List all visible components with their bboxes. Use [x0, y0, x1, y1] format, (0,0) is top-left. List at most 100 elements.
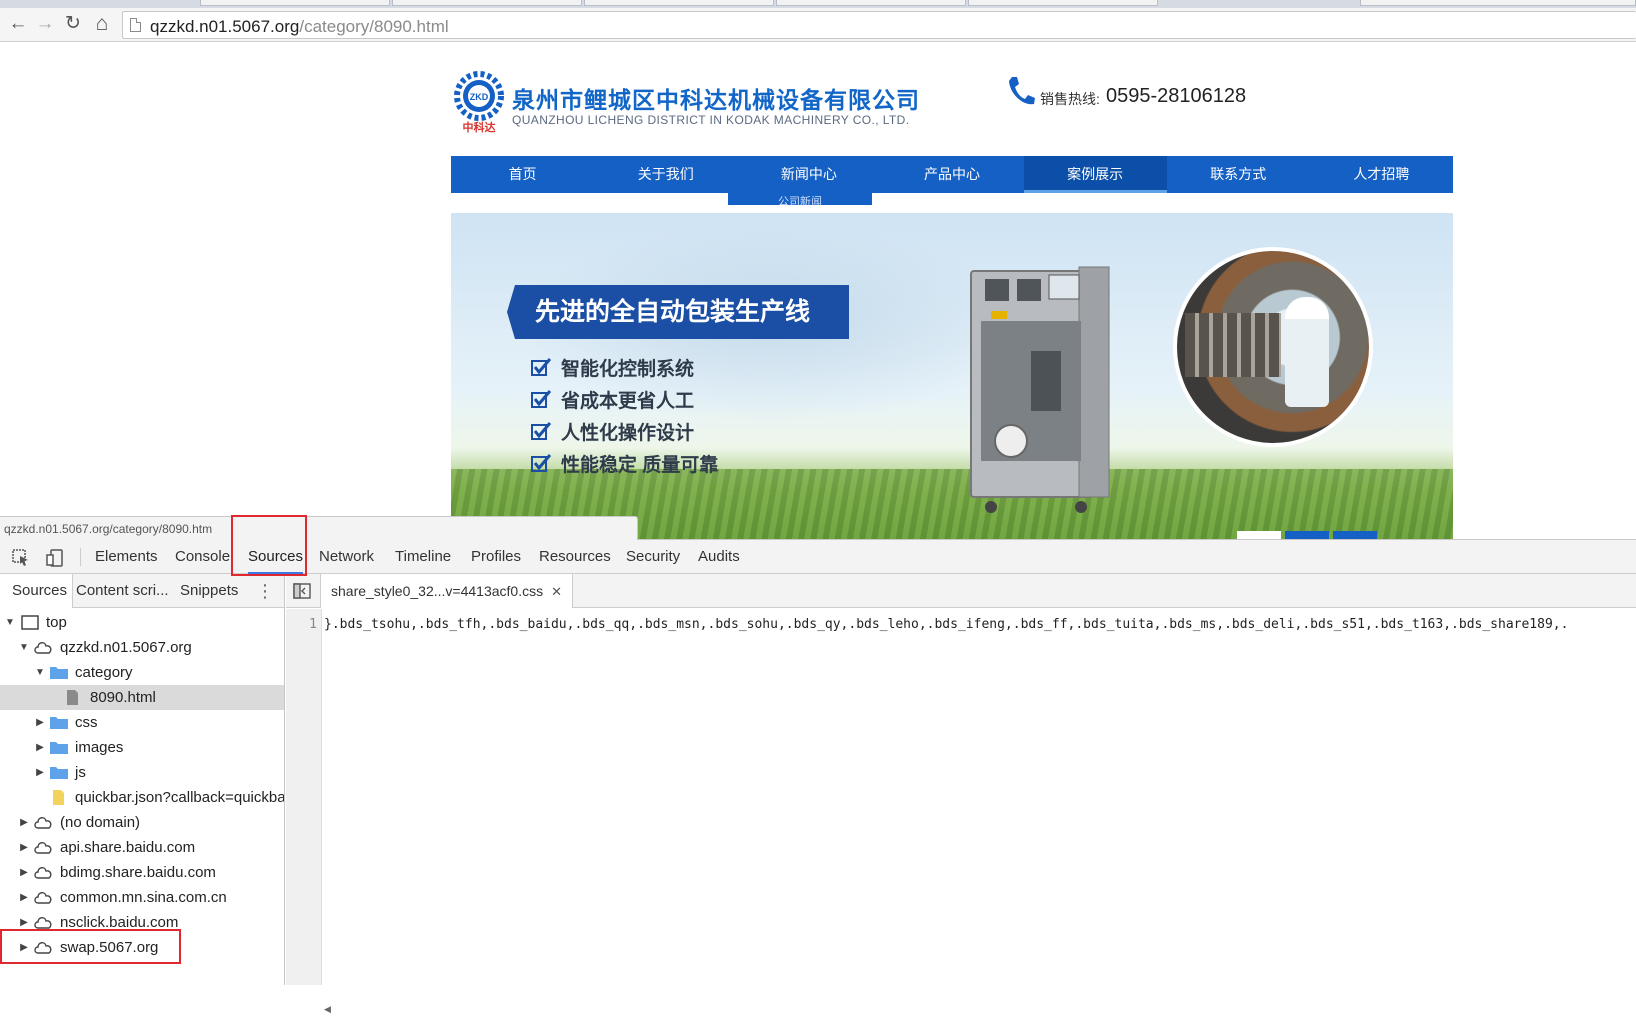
tab-audits[interactable]: Audits: [698, 540, 740, 574]
scroll-left-icon[interactable]: ◀: [324, 1004, 331, 1015]
checkbox-icon: [531, 358, 551, 376]
tree-item-file[interactable]: quickbar.json?callback=quickba: [0, 785, 284, 810]
folder-icon: [50, 742, 68, 754]
company-name: 泉州市鲤城区中科达机械设备有限公司: [512, 87, 920, 113]
collapse-arrow-icon[interactable]: ▶: [34, 735, 46, 760]
address-bar[interactable]: qzzkd.n01.5067.org/category/8090.html: [122, 11, 1636, 39]
open-file-tab[interactable]: share_style0_32...v=4413acf0.css ✕: [321, 574, 573, 608]
tree-item-file-selected[interactable]: 8090.html: [0, 685, 284, 710]
hotline-number: 0595-28106128: [1106, 85, 1247, 107]
tree-item-top[interactable]: ▼ top: [0, 610, 284, 635]
open-file-name: share_style0_32...v=4413acf0.css: [331, 583, 544, 599]
web-page: ZKD 中科达 泉州市鲤城区中科达机械设备有限公司 QUANZHOU LICHE…: [0, 43, 1636, 539]
toggle-navigator-icon[interactable]: [293, 582, 311, 600]
browser-tab[interactable]: [968, 0, 1158, 6]
nav-about[interactable]: 关于我们: [594, 156, 737, 193]
nav-contact[interactable]: 联系方式: [1167, 156, 1310, 193]
devtools-tab-bar: Elements Console Sources Network Timelin…: [0, 540, 1636, 574]
url-text[interactable]: qzzkd.n01.5067.org/category/8090.html: [150, 17, 449, 37]
phone-icon: [1009, 77, 1035, 105]
company-logo[interactable]: ZKD 中科达: [452, 71, 506, 133]
browser-tab[interactable]: [776, 0, 966, 6]
hotline-label: 销售热线:: [1040, 91, 1100, 107]
device-mode-icon[interactable]: [46, 549, 64, 567]
tree-item-domain[interactable]: ▶ bdimg.share.baidu.com: [0, 860, 284, 885]
tree-item-folder[interactable]: ▶ js: [0, 760, 284, 785]
tab-strip: [0, 0, 1636, 8]
expand-arrow-icon[interactable]: ▼: [18, 635, 30, 660]
navigator-tab-content-scripts[interactable]: Content scri...: [76, 574, 169, 608]
collapse-arrow-icon[interactable]: ▶: [34, 760, 46, 785]
news-submenu-item[interactable]: 公司新闻: [728, 193, 872, 205]
horizontal-scrollbar[interactable]: ◀: [322, 1004, 1636, 1018]
tab-resources[interactable]: Resources: [539, 540, 611, 574]
cloud-icon: [34, 917, 52, 929]
home-button[interactable]: ⌂: [90, 12, 114, 36]
tab-console[interactable]: Console: [175, 540, 230, 574]
back-button[interactable]: ←: [6, 12, 30, 36]
feature-item: 智能化控制系统: [531, 351, 718, 383]
tree-item-folder[interactable]: ▶ css: [0, 710, 284, 735]
close-icon[interactable]: ✕: [551, 575, 562, 609]
browser-toolbar: ← → ↻ ⌂ qzzkd.n01.5067.org/category/8090…: [0, 8, 1636, 42]
nav-home[interactable]: 首页: [451, 156, 594, 193]
svg-text:ZKD: ZKD: [470, 92, 489, 102]
browser-tab[interactable]: [200, 0, 390, 6]
tree-item-domain[interactable]: ▶ api.share.baidu.com: [0, 835, 284, 860]
tree-item-domain[interactable]: ▶ nsclick.baidu.com: [0, 910, 284, 935]
tab-security[interactable]: Security: [626, 540, 680, 574]
tree-item-domain[interactable]: ▼ qzzkd.n01.5067.org: [0, 635, 284, 660]
folder-icon: [50, 767, 68, 779]
inspect-element-icon[interactable]: [12, 549, 30, 567]
browser-tab[interactable]: [584, 0, 774, 6]
nav-products[interactable]: 产品中心: [880, 156, 1023, 193]
hero-banner[interactable]: 先进的全自动包装生产线 智能化控制系统 省成本更省人工 人性化操作设计 性能稳定…: [451, 213, 1453, 539]
collapse-arrow-icon[interactable]: ▶: [18, 810, 30, 835]
collapse-arrow-icon[interactable]: ▶: [18, 860, 30, 885]
expand-arrow-icon[interactable]: ▼: [4, 610, 16, 635]
slide-indicator[interactable]: [1237, 531, 1281, 539]
checkbox-icon: [531, 454, 551, 472]
navigator-tab-sources[interactable]: Sources: [0, 574, 74, 608]
checkbox-icon: [531, 390, 551, 408]
more-options-icon[interactable]: ⋮: [256, 581, 274, 601]
feature-item: 性能稳定 质量可靠: [531, 447, 718, 479]
line-gutter: 1: [286, 609, 322, 985]
tree-item-domain[interactable]: ▶ swap.5067.org: [0, 935, 284, 960]
browser-tab[interactable]: [392, 0, 582, 6]
tab-timeline[interactable]: Timeline: [395, 540, 451, 574]
slide-indicator[interactable]: [1333, 531, 1377, 539]
tree-item-domain[interactable]: ▶ common.mn.sina.com.cn: [0, 885, 284, 910]
cloud-icon: [34, 892, 52, 904]
slide-indicator[interactable]: [1285, 531, 1329, 539]
code-line[interactable]: }.bds_tsohu,.bds_tfh,.bds_baidu,.bds_qq,…: [324, 617, 1634, 632]
tab-network[interactable]: Network: [319, 540, 374, 574]
feature-list: 智能化控制系统 省成本更省人工 人性化操作设计 性能稳定 质量可靠: [531, 351, 718, 479]
tab-sources[interactable]: Sources: [248, 540, 304, 574]
forward-button[interactable]: →: [33, 12, 57, 36]
nav-cases[interactable]: 案例展示: [1023, 156, 1167, 193]
navigator-tab-snippets[interactable]: Snippets: [180, 574, 238, 608]
tree-item-domain[interactable]: ▶ (no domain): [0, 810, 284, 835]
expand-arrow-icon[interactable]: ▼: [34, 660, 46, 685]
collapse-arrow-icon[interactable]: ▶: [34, 710, 46, 735]
tab-elements[interactable]: Elements: [95, 540, 158, 574]
reload-button[interactable]: ↻: [61, 12, 85, 36]
collapse-arrow-icon[interactable]: ▶: [18, 910, 30, 935]
nav-news[interactable]: 新闻中心: [737, 156, 880, 193]
cloud-icon: [34, 867, 52, 879]
main-navigation: 首页 关于我们 新闻中心 产品中心 案例展示 联系方式 人才招聘: [451, 156, 1453, 193]
cloud-icon: [34, 942, 52, 954]
collapse-arrow-icon[interactable]: ▶: [18, 935, 30, 960]
collapse-arrow-icon[interactable]: ▶: [18, 835, 30, 860]
cloud-icon: [34, 642, 52, 654]
folder-icon: [50, 717, 68, 729]
tab-profiles[interactable]: Profiles: [471, 540, 521, 574]
banner-title: 先进的全自动包装生产线: [507, 285, 849, 339]
browser-tab[interactable]: [1360, 0, 1636, 6]
tree-item-folder[interactable]: ▼ category: [0, 660, 284, 685]
nav-jobs[interactable]: 人才招聘: [1310, 156, 1453, 193]
tree-item-folder[interactable]: ▶ images: [0, 735, 284, 760]
collapse-arrow-icon[interactable]: ▶: [18, 885, 30, 910]
company-name-en: QUANZHOU LICHENG DISTRICT IN KODAK MACHI…: [512, 113, 910, 127]
